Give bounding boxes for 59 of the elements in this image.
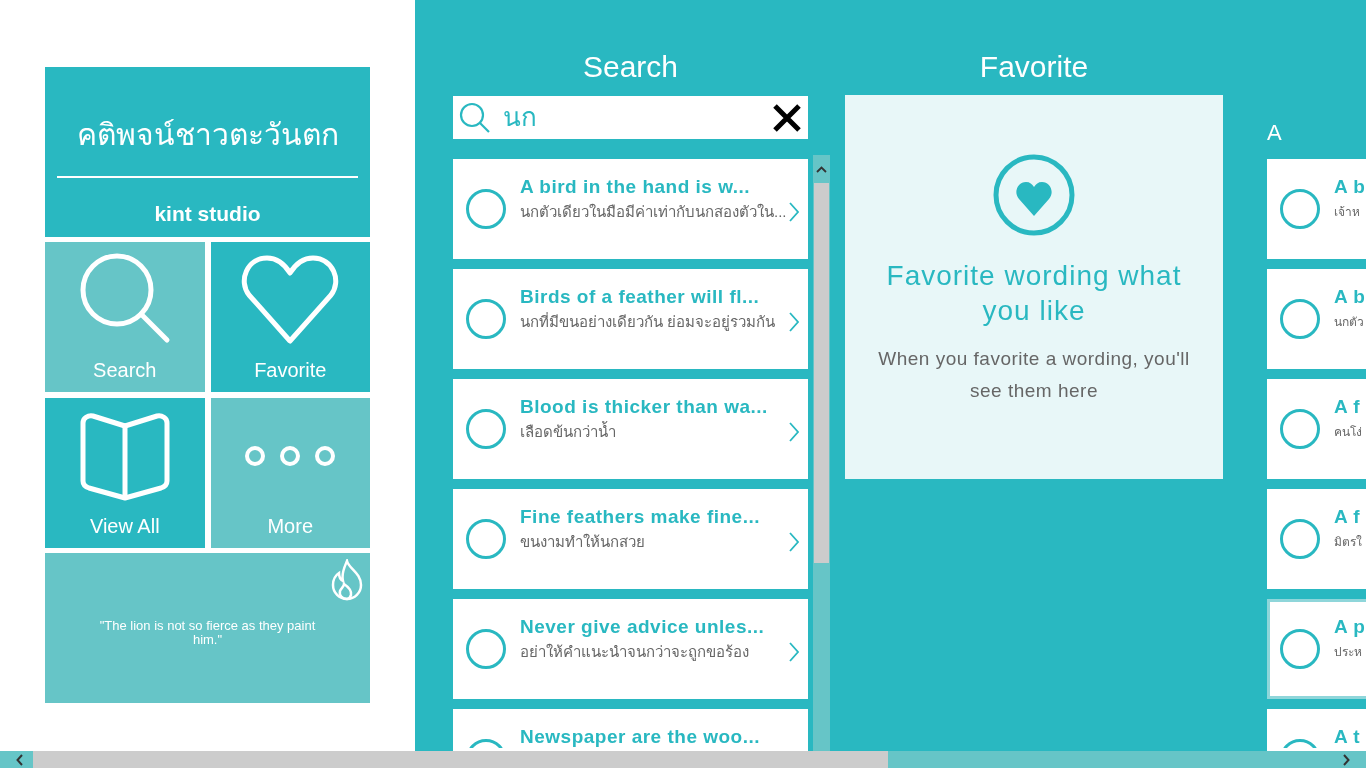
quote-translation: นกตัวเดียวในมือมีค่าเท่ากับนกสองตัวใน... [520,202,788,222]
quote-card[interactable]: Birds of a feather will fl... นกที่มีขนอย่างเดียวกัน ย่อมจะอยู่รวมกัน [453,269,808,369]
quote-translation: อย่าให้คำแนะนำจนกว่าจะถูกขอร้อง [520,642,750,662]
close-icon[interactable] [772,102,802,133]
quote-card[interactable]: A bird in the hand is w... นกตัวเดียวในมือมีค่าเท่ากับนกสองตัวใน... [453,159,808,259]
quote-card[interactable]: Fine feathers make fine... ขนงามทำให้นกสวย [453,489,808,589]
quote-title: Never give advice unles... [520,617,766,637]
quote-title: A f [1334,397,1362,417]
quote-title: Birds of a feather will fl... [520,287,761,307]
quote-card[interactable]: Blood is thicker than wa... เลือดข้นกว่าน้ำ [453,379,808,479]
quote-title: Blood is thicker than wa... [520,397,769,417]
chevron-right-icon [789,532,799,552]
quote-card[interactable]: A f คนโง่ [1267,379,1366,479]
flame-icon [329,559,365,601]
publisher-name: kint studio [154,201,261,227]
quote-title: Fine feathers make fine... [520,507,762,527]
quote-title: A p [1334,617,1366,637]
scroll-left-icon[interactable] [16,753,24,766]
quote-translation: นกตัว [1334,314,1365,331]
chevron-right-icon [789,642,799,662]
heart-icon [241,255,340,345]
quote-translation: ขนงามทำให้นกสวย [520,532,646,552]
empty-state-message: When you favorite a wording, you'll see them here [877,347,1191,403]
scroll-bar[interactable] [813,155,830,751]
quote-card[interactable]: A b เจ้าห [1267,159,1366,259]
section-heading: Search [581,49,680,84]
quote-card[interactable]: Never give advice unles... อย่าให้คำแนะนำจนกว่าจะถูกขอร้อง [453,599,808,699]
chevron-right-icon [789,422,799,442]
empty-state-title: Favorite wording what you like [885,259,1183,328]
scroll-up-icon[interactable] [816,165,827,173]
quote-translation: มิตรใ [1334,534,1363,551]
quote-title: A b [1334,287,1366,307]
heart-circle-icon [993,154,1075,236]
quote-card[interactable]: A p ประห [1267,599,1366,699]
horizontal-scroll-bar[interactable] [0,751,1366,768]
quote-card[interactable]: A b นกตัว [1267,269,1366,369]
scroll-thumb[interactable] [814,183,829,563]
app-title: คติพจน์ชาวตะวันตก [76,117,339,153]
quote-title: A bird in the hand is w... [520,177,752,197]
search-icon [459,101,491,134]
scroll-right-icon[interactable] [1342,753,1350,766]
quote-title: A f [1334,507,1362,527]
quote-title: A t [1334,727,1362,747]
chevron-right-icon [789,312,799,332]
quote-translation: นกที่มีขนอย่างเดียวกัน ย่อมจะอยู่รวมกัน [520,312,777,332]
quote-translation: คนโง่ [1334,424,1363,441]
quote-card[interactable]: A f มิตรใ [1267,489,1366,589]
scroll-thumb[interactable] [33,751,888,768]
quote-translation: ประห [1334,644,1363,661]
dots-icon [244,445,337,467]
quote-title: A b [1334,177,1366,197]
group-letter: A [1267,119,1283,144]
quote-translation: เลือดข้นกว่าน้ำ [520,422,617,442]
quote-title: Newspaper are the woo... [520,727,762,747]
section-heading: Favorite [978,49,1090,84]
quote-translation: เจ้าห [1334,204,1361,221]
chevron-right-icon [789,202,799,222]
book-icon [78,410,171,502]
quote-text: "The lion is not so fierce as they paint him." [98,619,317,647]
